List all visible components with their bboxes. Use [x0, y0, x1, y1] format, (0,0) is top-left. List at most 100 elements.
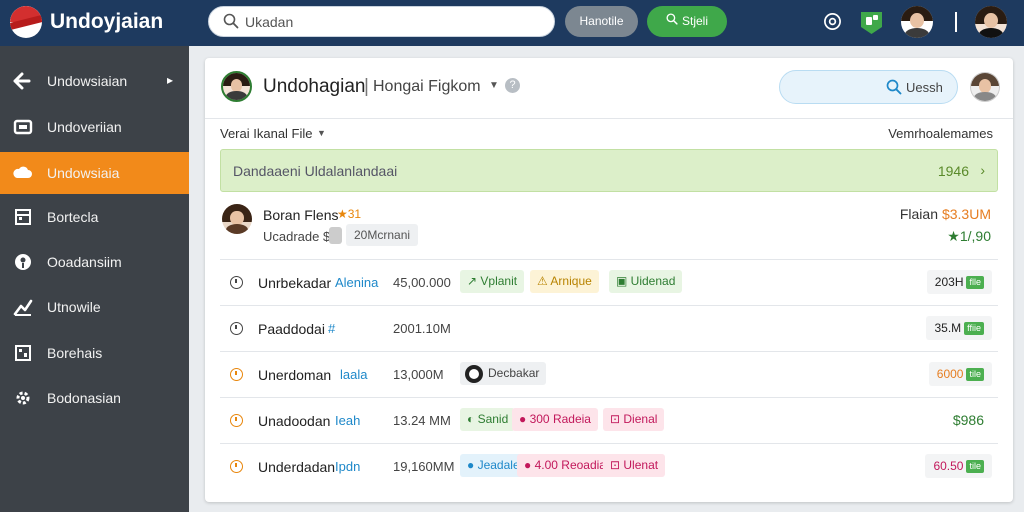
workspace-selector[interactable]: Hongai Figkom: [373, 78, 481, 96]
contact-avatar[interactable]: [222, 204, 252, 234]
card-user-avatar[interactable]: [970, 72, 1000, 102]
sidebar-item-2[interactable]: Undoveriian: [0, 106, 189, 148]
grid-icon: [13, 343, 33, 368]
row-value-pill: ffiie: [964, 322, 984, 336]
row-name: Underdadan: [258, 459, 336, 475]
contact-chip-icon: [329, 227, 342, 244]
sidebar-item-label: Bodonasian: [47, 390, 121, 406]
row-chip[interactable]: ⊡ Ulenat: [603, 454, 666, 477]
cloud-icon: [13, 163, 33, 188]
sidebar-item-label: Utnowile: [47, 299, 101, 315]
help-icon[interactable]: ?: [505, 78, 520, 93]
sidebar-item-1[interactable]: Undowsiaian ▸: [0, 60, 189, 102]
stjeli-button[interactable]: Stjeli: [647, 6, 727, 37]
row-value-pill: tile: [966, 368, 984, 382]
info-banner[interactable]: Dandaaeni Uldalanlandaai 1946 ›: [220, 149, 998, 192]
hanotile-button[interactable]: Hanotile: [565, 6, 638, 37]
contact-change: ★1/,90: [947, 228, 991, 244]
row-tag[interactable]: #: [328, 321, 335, 336]
clock-icon: [230, 276, 243, 289]
banner-text: Dandaaeni Uldalanlandaai: [233, 163, 398, 179]
card-search-placeholder: Uessh: [906, 80, 943, 95]
clock-icon: [230, 414, 243, 427]
row-amount: 45,00.000: [393, 275, 451, 290]
table-row[interactable]: Unadoodan Ieah 13.24 MM ◐ Sanid ● 300 Ra…: [220, 397, 998, 443]
main-card: Undohagian | Hongai Figkom ▼ ? Uessh Ver…: [205, 58, 1013, 502]
chevron-right-icon[interactable]: ›: [980, 162, 985, 178]
sidebar-item-label: Undowsiaia: [47, 165, 120, 181]
row-name: Paaddodai: [258, 321, 325, 337]
row-chip[interactable]: ↗ Vplanit: [460, 270, 525, 293]
header-divider: [205, 118, 1013, 119]
row-value-badge[interactable]: 35.M ffiie: [926, 316, 992, 340]
row-value-pill: flle: [966, 276, 984, 290]
filter-dropdown[interactable]: Verai Ikanal File: [220, 126, 313, 141]
settings-icon: [13, 388, 33, 413]
sidebar-item-label: Undowsiaian: [47, 73, 128, 89]
search-icon: [886, 79, 902, 100]
row-chip[interactable]: ● 300 Radeia: [512, 408, 598, 431]
card-search-input[interactable]: Uessh: [779, 70, 958, 104]
contact-rating: ★31: [337, 207, 362, 221]
sidebar-item-7[interactable]: Borehais: [0, 332, 189, 374]
table-row[interactable]: Unrbekadar Alenina 45,00.000 ↗ Vplanit ⚠…: [220, 259, 998, 305]
table-row[interactable]: Paaddodai # 2001.10M 35.M ffiie: [220, 305, 998, 351]
sidebar-item-label: Bortecla: [47, 209, 99, 225]
user-avatar[interactable]: [901, 6, 933, 38]
sidebar-item-label: Borehais: [47, 345, 103, 361]
row-tag[interactable]: Ipdn: [335, 459, 360, 474]
row-tag[interactable]: Alenina: [335, 275, 378, 290]
sidebar-item-4[interactable]: Bortecla: [0, 196, 189, 238]
stjeli-button-label: Stjeli: [681, 14, 708, 28]
row-chip[interactable]: ● 4.00 Reoadia: [517, 454, 613, 477]
chart-icon: [13, 297, 33, 322]
row-value: 60.50: [933, 459, 964, 473]
sidebar-item-5[interactable]: Ooadansiim: [0, 241, 189, 283]
row-chip[interactable]: Decbakar: [460, 362, 547, 385]
notification-badge-icon[interactable]: [858, 9, 885, 41]
row-value: 6000: [936, 367, 964, 381]
panda-face-icon: [469, 369, 479, 379]
row-chip[interactable]: ◐ Sanid: [460, 408, 516, 431]
row-amount: 19,160MM: [393, 459, 455, 474]
inbox-icon: [13, 117, 33, 142]
table-row[interactable]: Unerdoman laala 13,000M Decbakar 6000 til…: [220, 351, 998, 397]
row-chip[interactable]: ⊡ Dienal: [603, 408, 665, 431]
row-value-badge[interactable]: 6000 tile: [928, 362, 992, 386]
row-value-badge[interactable]: 203H flle: [926, 270, 992, 294]
row-amount: 2001.10M: [393, 321, 451, 336]
row-chip[interactable]: ⚠ Arnique: [530, 270, 599, 293]
brand-logo[interactable]: [10, 6, 42, 38]
row-tag[interactable]: laala: [340, 367, 367, 382]
contact-total-label: Flaian: [899, 206, 938, 222]
sidebar: Undowsiaian ▸ Undoveriian Undowsiaia Bor…: [0, 46, 189, 512]
search-icon: [666, 6, 678, 37]
top-bar: Undoyjaian Ukadan Hanotile Stjeli: [0, 0, 1024, 46]
search-icon: [223, 13, 239, 34]
brand-name[interactable]: Undoyjaian: [50, 10, 163, 34]
row-chip[interactable]: ▣ Uidenad: [609, 270, 683, 293]
row-value-badge[interactable]: 60.50 tile: [925, 454, 992, 478]
sidebar-item-6[interactable]: Utnowile: [0, 286, 189, 328]
row-value: 203H: [934, 275, 964, 289]
contact-total: $3.3UM: [941, 206, 991, 222]
row-tag[interactable]: Ieah: [335, 413, 360, 428]
row-name: Unerdoman: [258, 367, 332, 383]
help-circle-icon[interactable]: [823, 12, 842, 36]
user-avatar-alt[interactable]: [975, 6, 1007, 38]
sidebar-item-3-active[interactable]: Undowsiaia: [0, 152, 189, 194]
clock-icon: [230, 322, 243, 335]
contact-tag[interactable]: 20Mcrnani: [346, 224, 419, 246]
top-search-input[interactable]: Ukadan: [208, 6, 555, 37]
filter-right-label[interactable]: Vemrhoalemames: [888, 126, 993, 141]
chevron-down-icon[interactable]: ▼: [489, 80, 499, 91]
page-title: Undohagian: [263, 76, 366, 97]
title-separator: |: [364, 76, 369, 97]
contact-name[interactable]: Boran Flens: [263, 207, 338, 223]
row-name: Unadoodan: [258, 413, 331, 429]
banner-count: 1946: [937, 163, 969, 179]
chevron-down-icon[interactable]: ▼: [317, 128, 326, 138]
sidebar-item-8[interactable]: Bodonasian: [0, 377, 189, 419]
topbar-divider: [955, 12, 957, 32]
table-row[interactable]: Underdadan Ipdn 19,160MM ● Jeadalei ● 4.…: [220, 443, 998, 489]
